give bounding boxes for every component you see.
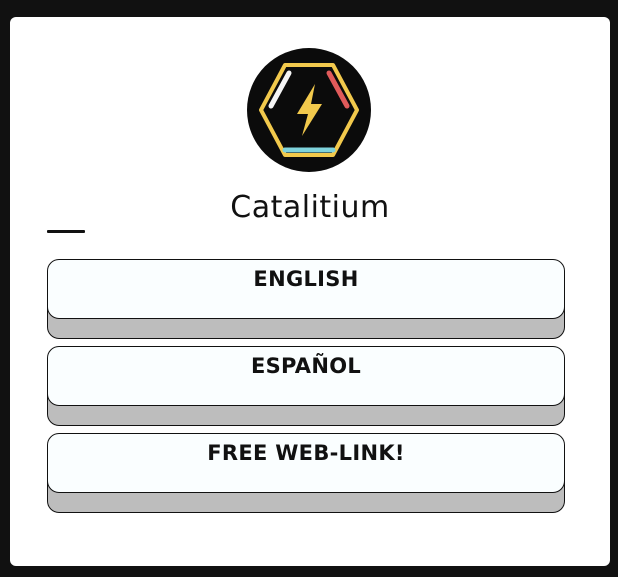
- link-label: ENGLISH: [253, 267, 359, 291]
- lightning-hexagon-icon: [247, 48, 371, 172]
- divider-dash: [47, 230, 85, 233]
- button-face[interactable]: FREE WEB-LINK!: [47, 433, 565, 493]
- link-label: ESPAÑOL: [250, 354, 362, 378]
- button-face[interactable]: ESPAÑOL: [47, 346, 565, 406]
- link-button-free-web-link[interactable]: FREE WEB-LINK!: [47, 433, 565, 513]
- button-face[interactable]: ENGLISH: [47, 259, 565, 319]
- profile-card: Catalitium ENGLISH ESPAÑOL FREE WEB-LINK…: [10, 17, 610, 566]
- link-button-english[interactable]: ENGLISH: [47, 259, 565, 339]
- profile-name: Catalitium: [230, 190, 390, 225]
- link-label: FREE WEB-LINK!: [207, 441, 405, 465]
- link-button-espanol[interactable]: ESPAÑOL: [47, 346, 565, 426]
